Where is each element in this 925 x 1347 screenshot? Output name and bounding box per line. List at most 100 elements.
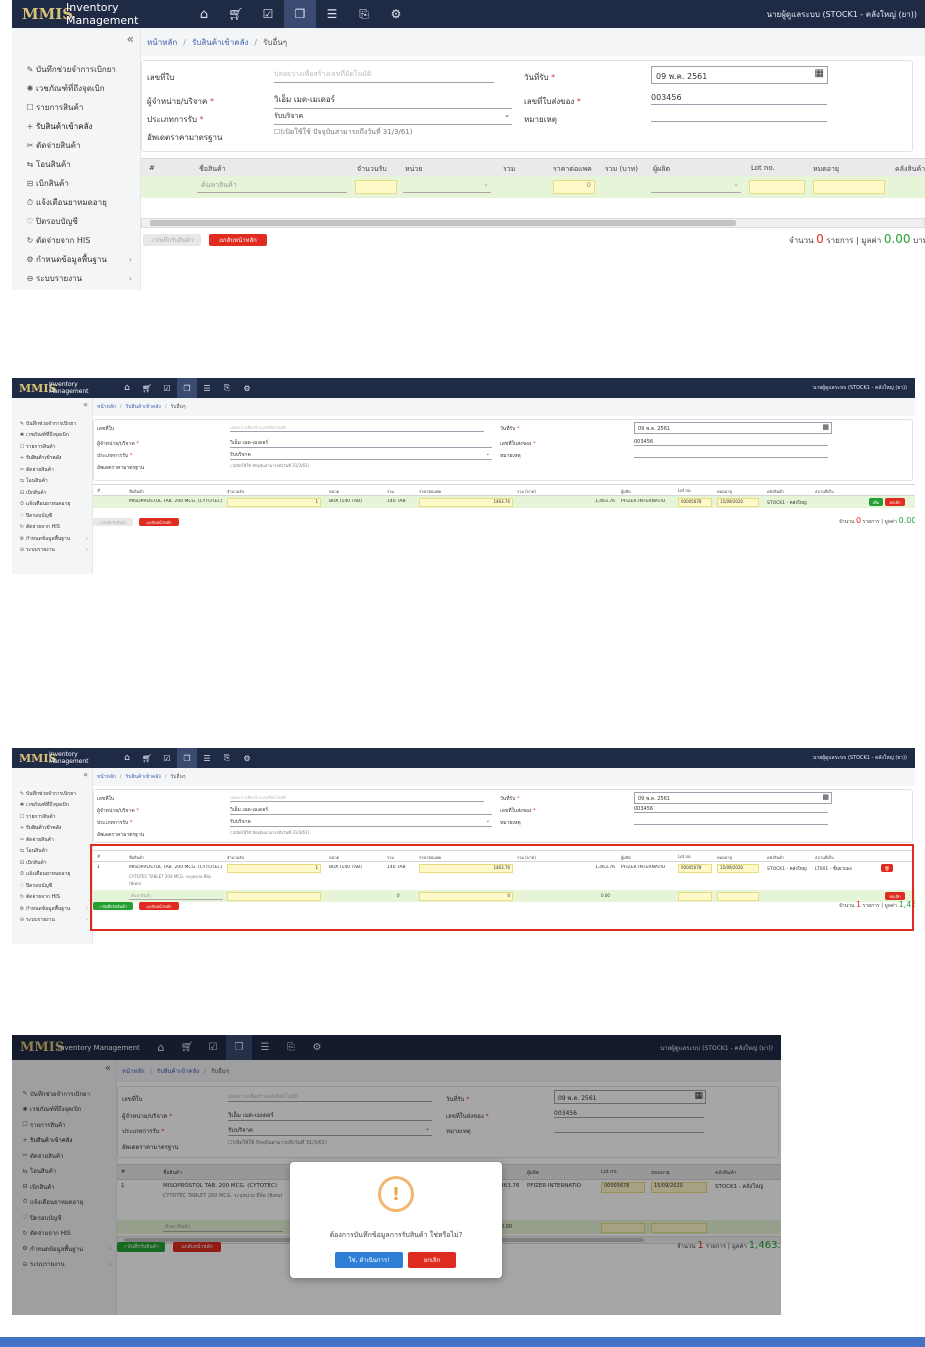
checklist-icon[interactable]: ☑: [157, 748, 177, 768]
sidebar-item[interactable]: ☐ รายการสินค้า: [12, 811, 92, 823]
sidebar-item[interactable]: ⇆ โอนสินค้า: [12, 155, 140, 174]
breadcrumb-home[interactable]: หน้าหลัก: [97, 403, 116, 411]
sidebar-item[interactable]: ⊖ ระบบรายงาน ›: [12, 269, 140, 288]
save-button[interactable]: ✓ บันทึกรับสินค้า: [93, 518, 133, 526]
sidebar-item[interactable]: ✺ เวชภัณฑ์ที่ถึงจุดเบิก: [12, 800, 92, 812]
sidebar-item[interactable]: ♡ ปิดรอบบัญชี: [12, 510, 92, 522]
back-button[interactable]: ⌂ กลับหน้าหลัก: [139, 518, 179, 526]
breadcrumb-parent[interactable]: รับสินค้าเข้าคลัง: [192, 36, 248, 49]
horizontal-scrollbar[interactable]: [141, 218, 925, 228]
sidebar-item[interactable]: ✂ ตัดจ่ายสินค้า: [12, 834, 92, 846]
sidebar-item[interactable]: ☐ รายการสินค้า: [12, 98, 140, 117]
sidebar-item[interactable]: ♡ ปิดรอบบัญชี: [12, 880, 92, 892]
expire-input[interactable]: 15/09/2020: [717, 498, 759, 507]
cancel-row-button[interactable]: ยกเลิก: [885, 498, 905, 506]
calendar-icon[interactable]: ▦: [822, 423, 829, 431]
std-price-checkbox[interactable]: ☐(เปิดใช้ใช้ ปัจจุบันสามารถถึงวันที่ 31/…: [230, 462, 309, 469]
user-menu[interactable]: นายผู้ดูแลระบบ (STOCK1 - คลังใหญ่ (ยา)): [767, 8, 917, 21]
maker-select[interactable]: ⌄: [651, 180, 741, 193]
checklist-icon[interactable]: ☑: [252, 0, 284, 28]
sidebar-item[interactable]: ⚙ กำหนดข้อมูลพื้นฐาน ›: [12, 250, 140, 269]
doc-no-input[interactable]: ปล่อยว่างเพื่อสร้างเลขที่อัตโนมัติ: [274, 69, 494, 83]
sidebar-item[interactable]: ✺ เวชภัณฑ์ที่ถึงจุดเบิก: [12, 79, 140, 98]
remark-input[interactable]: [634, 451, 828, 458]
lot-input[interactable]: [749, 180, 805, 194]
home-icon[interactable]: ⌂: [117, 748, 137, 768]
sidebar-item-active[interactable]: + รับสินค้าเข้าคลัง: [12, 823, 92, 835]
breadcrumb-home[interactable]: หน้าหลัก: [147, 36, 177, 49]
database-icon[interactable]: ☰: [197, 378, 217, 398]
sidebar-item[interactable]: ↻ ตัดจ่ายจาก HIS: [12, 522, 92, 534]
sidebar-item-active[interactable]: + รับสินค้าเข้าคลัง: [12, 453, 92, 465]
vendor-input[interactable]: วิเอ็ม เมด-เมเดอร์: [230, 439, 492, 448]
back-button[interactable]: ⌂ กลับหน้าหลัก: [209, 234, 267, 246]
cancel-button[interactable]: ยกเลิก: [408, 1252, 456, 1268]
breadcrumb-home[interactable]: หน้าหลัก: [97, 773, 116, 781]
gear-icon[interactable]: ⚙: [237, 748, 257, 768]
user-menu[interactable]: นายผู้ดูแลระบบ (STOCK1 - คลังใหญ่ (ยา)): [813, 754, 907, 762]
cart-icon[interactable]: 🛒︎: [137, 748, 157, 768]
sidebar-item[interactable]: ⇆ โอนสินค้า: [12, 846, 92, 858]
sidebar-collapse-icon[interactable]: «: [12, 768, 92, 782]
vendor-input[interactable]: วิเอ็ม เมด-เมเดอร์: [230, 806, 492, 815]
sidebar-item[interactable]: ⏱ แจ้งเตือนยาหมดอายุ: [12, 869, 92, 881]
sidebar-item[interactable]: ⚙ กำหนดข้อมูลพื้นฐาน ›: [12, 533, 92, 545]
document-icon[interactable]: ⎘: [348, 0, 380, 28]
sidebar-item[interactable]: ✎ บันทึกช่วยจำการเบิกยา: [12, 60, 140, 79]
breadcrumb-parent[interactable]: รับสินค้าเข้าคลัง: [126, 403, 161, 411]
sidebar-item[interactable]: ⊟ เบิกสินค้า: [12, 487, 92, 499]
delivery-input[interactable]: 003456: [634, 439, 828, 446]
database-icon[interactable]: ☰: [316, 0, 348, 28]
sidebar-collapse-icon[interactable]: «: [12, 398, 92, 412]
std-price-checkbox[interactable]: ☐(เปิดใช้ใช้ ปัจจุบันสามารถถึงวันที่ 31/…: [230, 829, 309, 836]
doc-no-input[interactable]: ปล่อยว่างเพื่อสร้างเลขที่อัตโนมัติ: [230, 424, 484, 432]
sidebar-item[interactable]: ⏱ แจ้งเตือนยาหมดอายุ: [12, 193, 140, 212]
sidebar-item[interactable]: ✂ ตัดจ่ายสินค้า: [12, 136, 140, 155]
price-input[interactable]: 0: [553, 180, 595, 194]
calendar-icon[interactable]: ▦: [815, 68, 824, 79]
sidebar-item[interactable]: ✂ ตัดจ่ายสินค้า: [12, 464, 92, 476]
date-input[interactable]: 09 พ.ค. 2561 ▦: [651, 66, 828, 84]
sidebar-item[interactable]: ⊟ เบิกสินค้า: [12, 857, 92, 869]
document-icon[interactable]: ⎘: [217, 378, 237, 398]
date-input[interactable]: 09 พ.ค. 2561 ▦: [634, 792, 832, 804]
breadcrumb-parent[interactable]: รับสินค้าเข้าคลัง: [126, 773, 161, 781]
sidebar-item[interactable]: ⏱ แจ้งเตือนยาหมดอายุ: [12, 499, 92, 511]
sidebar-item[interactable]: ♡ ปิดรอบบัญชี: [12, 212, 140, 231]
save-button[interactable]: ✓ บันทึกรับสินค้า: [143, 234, 201, 246]
sidebar-item[interactable]: ↻ ตัดจ่ายจาก HIS: [12, 231, 140, 250]
home-icon[interactable]: ⌂: [188, 0, 220, 28]
user-menu[interactable]: นายผู้ดูแลระบบ (STOCK1 - คลังใหญ่ (ยา)): [813, 384, 907, 392]
box-icon[interactable]: ❒: [284, 0, 316, 28]
doc-no-input[interactable]: ปล่อยว่างเพื่อสร้างเลขที่อัตโนมัติ: [230, 794, 484, 802]
date-input[interactable]: 09 พ.ค. 2561 ▦: [634, 422, 832, 434]
lot-input[interactable]: 00005678: [678, 498, 712, 507]
sidebar-item[interactable]: ✺ เวชภัณฑ์ที่ถึงจุดเบิก: [12, 430, 92, 442]
database-icon[interactable]: ☰: [197, 748, 217, 768]
product-search-input[interactable]: ค้นหาสินค้า: [197, 180, 347, 193]
cart-icon[interactable]: 🛒︎: [137, 378, 157, 398]
vendor-input[interactable]: วิเอ็ม เมด-เมเดอร์: [274, 93, 512, 109]
delivery-input[interactable]: 003456: [634, 806, 828, 813]
remark-input[interactable]: [651, 111, 827, 122]
home-icon[interactable]: ⌂: [117, 378, 137, 398]
price-input[interactable]: 1463.76: [419, 498, 513, 507]
sidebar-item[interactable]: ↻ ตัดจ่ายจาก HIS: [12, 892, 92, 904]
sidebar-item[interactable]: ⇆ โอนสินค้า: [12, 476, 92, 488]
qty-input[interactable]: 1: [227, 498, 321, 507]
gear-icon[interactable]: ⚙: [237, 378, 257, 398]
cart-icon[interactable]: 🛒︎: [220, 0, 252, 28]
add-row-button[interactable]: เพิ่ม: [869, 498, 883, 506]
box-icon[interactable]: ❒: [177, 748, 197, 768]
sidebar-item[interactable]: ⊖ ระบบรายงาน ›: [12, 545, 92, 557]
qty-input[interactable]: [355, 180, 397, 194]
type-select[interactable]: รับบริจาค ⌄: [274, 111, 512, 125]
sidebar-item[interactable]: ✎ บันทึกช่วยจำการเบิกยา: [12, 788, 92, 800]
box-icon[interactable]: ❒: [177, 378, 197, 398]
sidebar-item[interactable]: ✎ บันทึกช่วยจำการเบิกยา: [12, 418, 92, 430]
confirm-button[interactable]: ใช่, ดำเนินการ!: [335, 1252, 403, 1268]
type-select[interactable]: รับบริจาค ⌄: [230, 451, 492, 460]
type-select[interactable]: รับบริจาค ⌄: [230, 818, 492, 827]
sidebar-item[interactable]: ☐ รายการสินค้า: [12, 441, 92, 453]
std-price-checkbox[interactable]: ☐(เปิดใช้ใช้ ปัจจุบันสามารถถึงวันที่ 31/…: [274, 127, 413, 138]
